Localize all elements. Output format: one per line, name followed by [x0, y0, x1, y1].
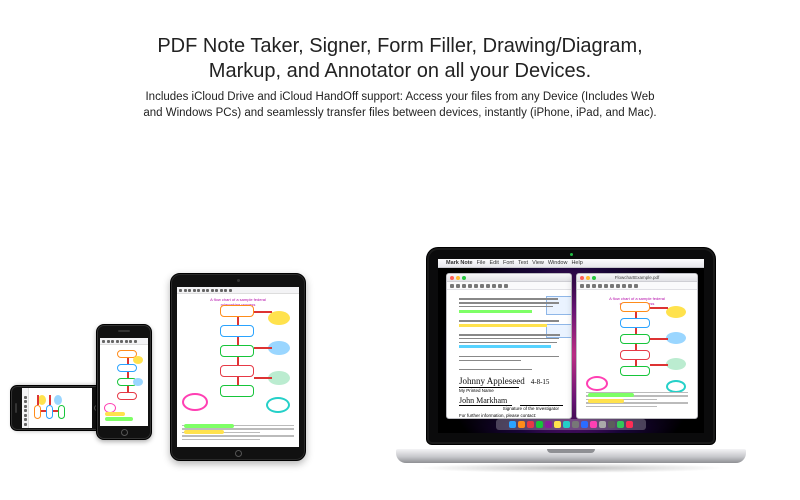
menu-font: Font — [503, 259, 514, 267]
iphone2-doc — [100, 338, 148, 426]
menu-help: Help — [571, 259, 582, 267]
mac-desktop: Mark Note File Edit Font Text View Windo… — [438, 259, 704, 433]
marketing-subline: Includes iCloud Drive and iCloud HandOff… — [0, 90, 800, 121]
ipad-doc: A flow chart of a sample federal rulemak… — [177, 287, 299, 447]
dock-app-icon — [518, 421, 525, 428]
dock-app-icon — [626, 421, 633, 428]
signature-1: Johnny Appleseed — [459, 376, 525, 386]
dock-app-icon — [581, 421, 588, 428]
dock-app-icon — [509, 421, 516, 428]
signature-date: 4-8-15 — [531, 378, 550, 386]
mac-win2-title: FlowchartExample.pdf — [577, 274, 697, 282]
dock-app-icon — [554, 421, 561, 428]
dock-app-icon — [617, 421, 624, 428]
mac-win1-toolbar — [447, 282, 571, 290]
mac-window-consent: Johnny Appleseed 4-8-15 My Printed Name … — [446, 273, 572, 419]
menu-window: Window — [548, 259, 568, 267]
dock-app-icon — [608, 421, 615, 428]
marketing-headline: PDF Note Taker, Signer, Form Filler, Dra… — [0, 34, 800, 84]
dock-app-icon — [527, 421, 534, 428]
dock-app-icon — [536, 421, 543, 428]
dock-app-icon — [563, 421, 570, 428]
iphone-portrait — [96, 324, 152, 440]
mac-win2-page: A flow chart of a sample federal rulemak… — [581, 294, 693, 414]
menu-text: Text — [518, 259, 528, 267]
headline-line2: Markup, and Annotator on all your Device… — [209, 60, 591, 82]
macbook: Mark Note File Edit Font Text View Windo… — [396, 247, 746, 491]
ipad-doc-title: A flow chart of a sample federal rulemak… — [203, 297, 273, 301]
dock-app-icon — [572, 421, 579, 428]
menu-appname: Mark Note — [446, 259, 473, 267]
menu-edit: Edit — [489, 259, 498, 267]
mac-menubar: Mark Note File Edit Font Text View Windo… — [438, 259, 704, 268]
subline-line1: Includes iCloud Drive and iCloud HandOff… — [145, 91, 654, 103]
iphone-landscape — [10, 385, 104, 431]
ipad: A flow chart of a sample federal rulemak… — [170, 273, 306, 461]
menu-view: View — [532, 259, 544, 267]
menu-file: File — [477, 259, 486, 267]
subline-line2: and Windows PCs) and seamlessly transfer… — [143, 107, 656, 119]
dock-app-icon — [545, 421, 552, 428]
dock-app-icon — [599, 421, 606, 428]
dock-app-icon — [590, 421, 597, 428]
mac-win1-page: Johnny Appleseed 4-8-15 My Printed Name … — [451, 294, 567, 414]
mac-dock — [496, 419, 646, 430]
mac-window-flowchart: FlowchartExample.pdf A flow chart of a s… — [576, 273, 698, 419]
mac-win2-toolbar — [577, 282, 697, 290]
headline-line1: PDF Note Taker, Signer, Form Filler, Dra… — [157, 35, 642, 57]
signature-2: John Markham — [459, 396, 507, 405]
devices-row: A flow chart of a sample federal rulemak… — [0, 229, 800, 500]
iphone-doc — [22, 388, 92, 428]
